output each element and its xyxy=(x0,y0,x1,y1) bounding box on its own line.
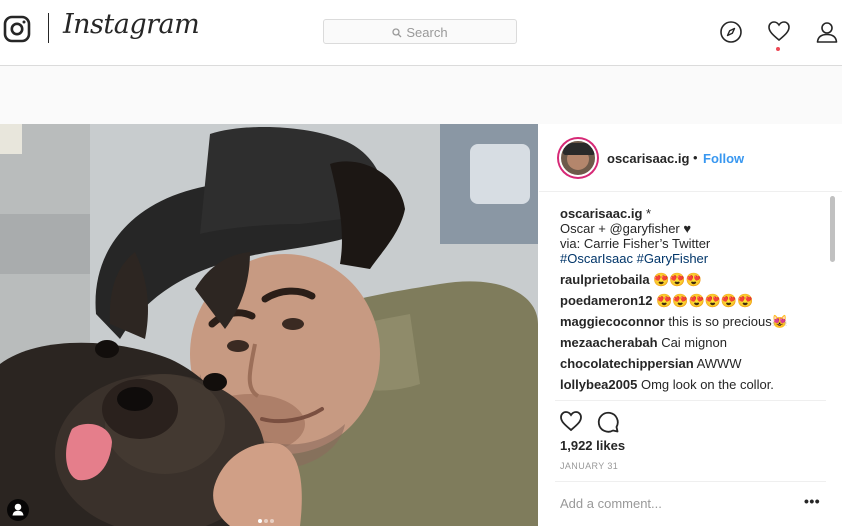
follow-button[interactable]: Follow xyxy=(703,151,744,166)
like-heart-icon[interactable] xyxy=(559,410,583,432)
activity-heart-icon[interactable] xyxy=(767,20,791,42)
carousel-indicator xyxy=(258,510,276,526)
comment-text: this is so precious😻 xyxy=(668,314,788,329)
top-navbar: Instagram Search xyxy=(0,0,842,66)
comment-username[interactable]: lollybea2005 xyxy=(560,377,637,392)
list-item: raulprietobaila 😍😍😍 xyxy=(560,272,825,287)
list-item: mezaacherabah Cai mignon xyxy=(560,335,825,350)
search-icon xyxy=(392,27,402,38)
notification-dot xyxy=(776,47,780,51)
comment-text: 😍😍😍😍😍😍 xyxy=(656,293,754,308)
list-item: maggiecoconnor this is so precious😻 xyxy=(560,314,825,329)
more-options-icon[interactable]: ••• xyxy=(804,493,820,509)
post-date: JANUARY 31 xyxy=(560,461,619,471)
search-placeholder: Search xyxy=(406,25,448,41)
person-silhouette-icon xyxy=(12,503,24,516)
list-item: poedameron12 😍😍😍😍😍😍 xyxy=(560,293,825,308)
divider xyxy=(555,481,826,482)
carousel-dot xyxy=(270,519,274,523)
tagged-user-button[interactable] xyxy=(7,499,29,521)
list-item: chocolatechippersian AWWW xyxy=(560,356,825,371)
avatar[interactable] xyxy=(557,137,599,179)
post-photo[interactable] xyxy=(0,124,538,526)
comment-text: Cai mignon xyxy=(661,335,727,350)
caption-username[interactable]: oscarisaac.ig xyxy=(560,206,642,221)
caption-suffix: * xyxy=(646,206,652,221)
comment-text: 😍😍😍 xyxy=(653,272,702,287)
search-input[interactable]: Search xyxy=(323,19,517,44)
avatar-image xyxy=(559,139,597,177)
comment-username[interactable]: maggiecoconnor xyxy=(560,314,665,329)
post-sidebar: oscarisaac.ig • Follow oscarisaac.ig * O… xyxy=(539,124,842,526)
likes-count[interactable]: 1,922 likes xyxy=(560,438,625,453)
caption-line-1: Oscar + @garyfisher ♥ xyxy=(560,221,692,236)
follow-separator: • xyxy=(693,150,698,165)
instagram-logo[interactable]: Instagram xyxy=(63,9,200,40)
add-comment-input[interactable]: Add a comment... xyxy=(560,496,662,511)
post-caption: oscarisaac.ig * Oscar + @garyfisher ♥ vi… xyxy=(560,206,825,266)
logo-divider xyxy=(48,13,49,43)
caption-hashtags[interactable]: #OscarIsaac #GaryFisher xyxy=(560,251,825,266)
comment-username[interactable]: mezaacherabah xyxy=(560,335,658,350)
comment-text: Omg look on the collor. xyxy=(640,377,774,392)
comment-text: AWWW xyxy=(696,356,742,371)
caption-line-2: via: Carrie Fisher’s Twitter xyxy=(560,236,711,251)
person-icon[interactable] xyxy=(815,20,839,44)
camera-icon[interactable] xyxy=(3,15,31,43)
comment-username[interactable]: poedameron12 xyxy=(560,293,652,308)
compass-icon[interactable] xyxy=(719,20,743,44)
post-author-username[interactable]: oscarisaac.ig xyxy=(607,151,689,166)
comment-bubble-icon[interactable] xyxy=(596,410,620,434)
photo-illustration xyxy=(0,124,538,526)
comments-list: oscarisaac.ig * Oscar + @garyfisher ♥ vi… xyxy=(560,206,825,400)
post-header: oscarisaac.ig • Follow xyxy=(539,124,842,192)
post-card: oscarisaac.ig • Follow oscarisaac.ig * O… xyxy=(0,124,842,526)
comment-username[interactable]: chocolatechippersian xyxy=(560,356,694,371)
carousel-dot xyxy=(264,519,268,523)
list-item: lollybea2005 Omg look on the collor. xyxy=(560,377,825,392)
carousel-dot-active xyxy=(258,519,262,523)
comment-username[interactable]: raulprietobaila xyxy=(560,272,650,287)
divider xyxy=(555,400,826,401)
comments-scrollbar[interactable] xyxy=(830,196,835,262)
